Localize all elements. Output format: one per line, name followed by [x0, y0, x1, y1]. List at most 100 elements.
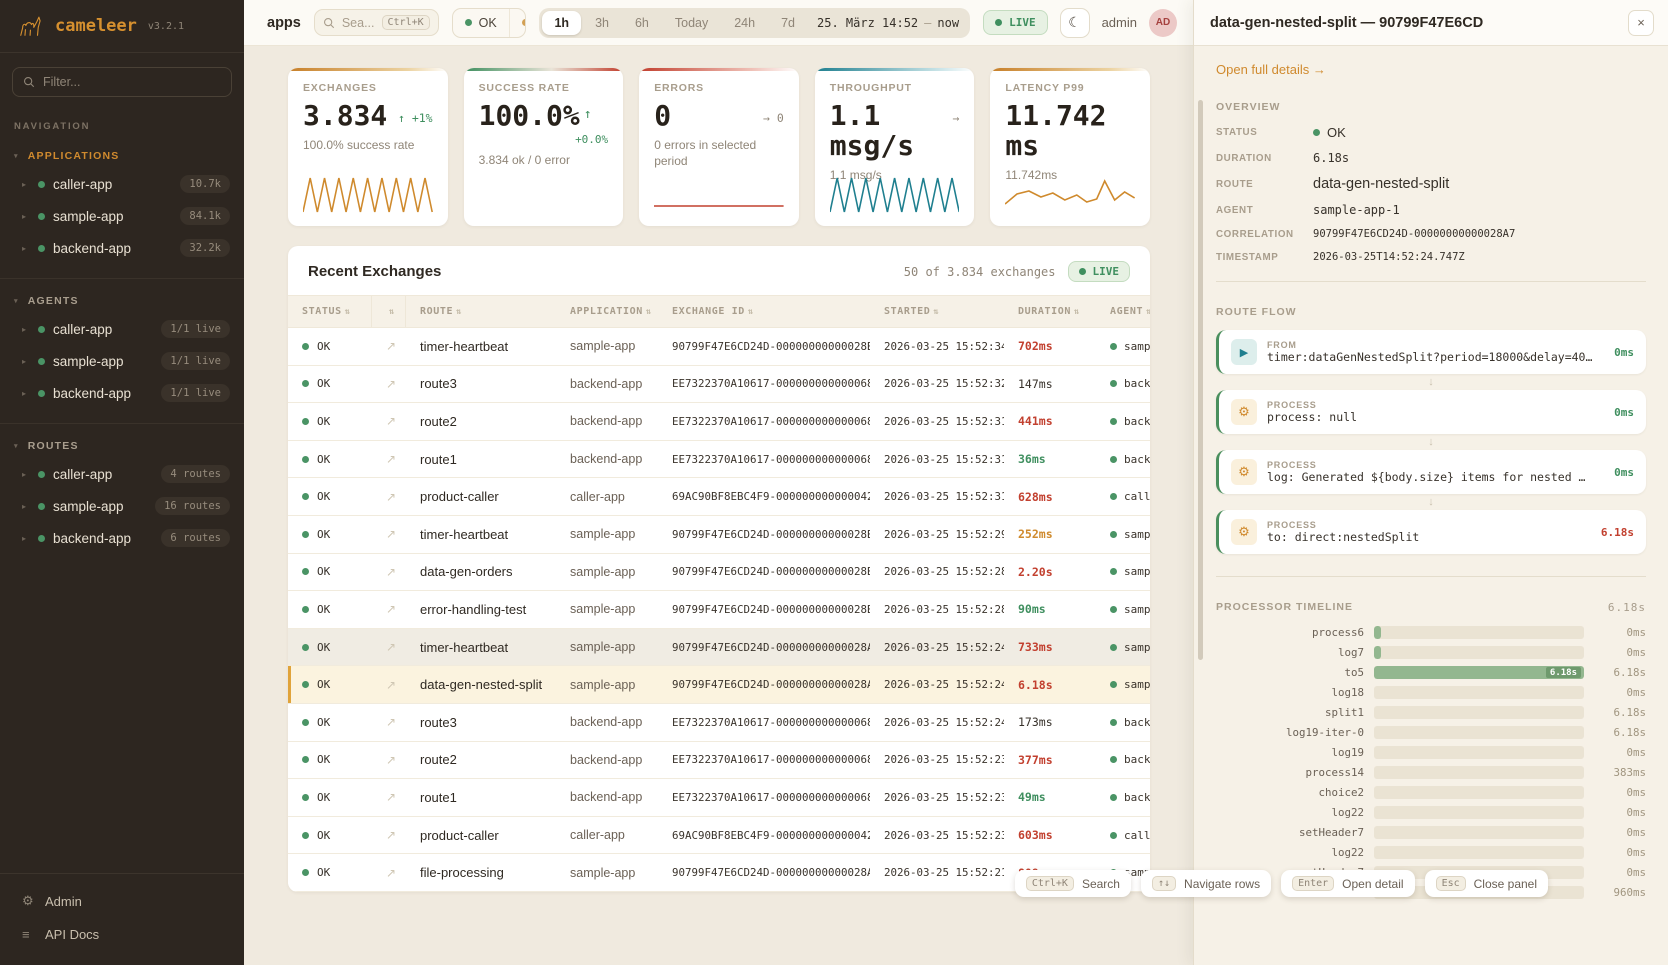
flow-step-content: PROCESSlog: Generated ${body.size} items…: [1267, 460, 1604, 484]
open-exchange-icon[interactable]: ↗: [372, 339, 406, 353]
chevron-right-icon: ▸: [22, 534, 30, 543]
table-row[interactable]: OK↗timer-heartbeatsample-app90799F47E6CD…: [288, 328, 1150, 366]
stat-card-value: 0: [654, 101, 671, 131]
column-header-agent[interactable]: AGENT⇅: [1096, 296, 1150, 327]
time-range-7d[interactable]: 7d: [769, 11, 807, 35]
table-row[interactable]: OK↗timer-heartbeatsample-app90799F47E6CD…: [288, 629, 1150, 667]
column-header-link[interactable]: ⇅: [372, 296, 406, 327]
table-row[interactable]: OK↗route3backend-appEE7322370A10617-0000…: [288, 366, 1150, 404]
sidebar-filter-input[interactable]: Filter...: [12, 67, 232, 97]
footer-item-api-docs[interactable]: ≡API Docs: [0, 918, 244, 951]
nav-label: NAVIGATION: [0, 103, 244, 138]
footer-item-admin[interactable]: ⚙Admin: [0, 884, 244, 918]
open-exchange-icon[interactable]: ↗: [372, 414, 406, 428]
table-row[interactable]: OK↗route2backend-appEE7322370A10617-0000…: [288, 403, 1150, 441]
duration-cell: 147ms: [1004, 377, 1096, 391]
divider: [1216, 281, 1646, 282]
shortcut-label: Search: [1082, 877, 1120, 891]
open-exchange-icon[interactable]: ↗: [372, 490, 406, 504]
status-dot-icon: [38, 503, 45, 510]
column-header-duration[interactable]: DURATION⇅: [1004, 296, 1096, 327]
time-range-6h[interactable]: 6h: [623, 11, 661, 35]
live-toggle[interactable]: LIVE: [983, 10, 1048, 35]
sidebar-item-sample-app[interactable]: ▸sample-app16 routes: [0, 490, 244, 522]
panel-scrollbar[interactable]: [1198, 100, 1203, 660]
search-input[interactable]: Sea... Ctrl+K: [314, 9, 439, 36]
open-full-details-link[interactable]: Open full details →: [1216, 62, 1646, 77]
table-row[interactable]: OK↗product-callercaller-app69AC90BF8EBC4…: [288, 817, 1150, 855]
sidebar-item-backend-app[interactable]: ▸backend-app1/1 live: [0, 377, 244, 409]
date-range-control[interactable]: 25. März 14:52—now: [809, 16, 967, 30]
route-cell: route2: [406, 752, 556, 767]
status-filter-ok[interactable]: OK: [453, 9, 509, 37]
exchange-id-cell: 69AC90BF8EBC4F9-000000000000042B: [658, 490, 870, 503]
divider: [1216, 576, 1646, 577]
sidebar-item-caller-app[interactable]: ▸caller-app1/1 live: [0, 313, 244, 345]
sidebar-item-backend-app[interactable]: ▸backend-app32.2k: [0, 232, 244, 264]
status-filter-warn[interactable]: Warn: [509, 9, 527, 37]
open-exchange-icon[interactable]: ↗: [372, 527, 406, 541]
table-row[interactable]: OK↗product-callercaller-app69AC90BF8EBC4…: [288, 478, 1150, 516]
open-exchange-icon[interactable]: ↗: [372, 715, 406, 729]
time-range-today[interactable]: Today: [663, 11, 720, 35]
time-range-1h[interactable]: 1h: [542, 11, 581, 35]
sidebar-item-backend-app[interactable]: ▸backend-app6 routes: [0, 522, 244, 554]
column-header-exchange-id[interactable]: EXCHANGE ID⇅: [658, 296, 870, 327]
table-row[interactable]: OK↗data-gen-nested-splitsample-app90799F…: [288, 666, 1150, 704]
table-row[interactable]: OK↗data-gen-orderssample-app90799F47E6CD…: [288, 554, 1150, 592]
exchange-id-cell: 90799F47E6CD24D-00000000000028BB: [658, 340, 870, 353]
application-cell: backend-app: [556, 753, 658, 767]
section-header-applications[interactable]: ▾APPLICATIONS: [0, 144, 244, 168]
theme-toggle[interactable]: ☾: [1060, 8, 1090, 38]
section-header-routes[interactable]: ▾ROUTES: [0, 434, 244, 458]
sidebar-item-sample-app[interactable]: ▸sample-app1/1 live: [0, 345, 244, 377]
column-header-application[interactable]: APPLICATION⇅: [556, 296, 658, 327]
close-button[interactable]: ×: [1628, 10, 1654, 36]
open-exchange-icon[interactable]: ↗: [372, 640, 406, 654]
status-text: OK: [317, 340, 330, 353]
section-header-agents[interactable]: ▾AGENTS: [0, 289, 244, 313]
open-exchange-icon[interactable]: ↗: [372, 753, 406, 767]
sidebar-item-caller-app[interactable]: ▸caller-app4 routes: [0, 458, 244, 490]
sidebar-item-sample-app[interactable]: ▸sample-app84.1k: [0, 200, 244, 232]
row-status-cell: OK: [288, 791, 372, 804]
table-row[interactable]: OK↗error-handling-testsample-app90799F47…: [288, 591, 1150, 629]
open-exchange-icon[interactable]: ↗: [372, 790, 406, 804]
avatar[interactable]: AD: [1149, 9, 1177, 37]
open-exchange-icon[interactable]: ↗: [372, 678, 406, 692]
stat-card-errors: ERRORS0→ 00 errors in selected period: [639, 68, 799, 226]
open-exchange-icon[interactable]: ↗: [372, 452, 406, 466]
stat-card-label: SUCCESS RATE: [479, 82, 609, 94]
stat-card-subtext: 3.834 ok / 0 error: [479, 152, 609, 168]
spark-zigzag-orange: [303, 172, 433, 216]
open-exchange-icon[interactable]: ↗: [372, 828, 406, 842]
started-cell: 2026-03-25 15:52:23: [870, 791, 1004, 804]
column-header-route[interactable]: ROUTE⇅: [406, 296, 556, 327]
table-row[interactable]: OK↗route1backend-appEE7322370A10617-0000…: [288, 441, 1150, 479]
exchange-id-cell: 90799F47E6CD24D-00000000000028B5: [658, 528, 870, 541]
flow-step-text: process: null: [1267, 410, 1604, 424]
open-exchange-icon[interactable]: ↗: [372, 602, 406, 616]
open-exchange-icon[interactable]: ↗: [372, 866, 406, 880]
time-range-3h[interactable]: 3h: [583, 11, 621, 35]
sidebar-item-caller-app[interactable]: ▸caller-app10.7k: [0, 168, 244, 200]
time-range-24h[interactable]: 24h: [722, 11, 767, 35]
table-row[interactable]: OK↗timer-heartbeatsample-app90799F47E6CD…: [288, 516, 1150, 554]
arrow-down-icon: ↓: [1216, 375, 1646, 389]
spark-zigzag-teal: [830, 172, 960, 216]
flow-step-duration: 0ms: [1614, 346, 1634, 359]
sort-icon: ⇅: [748, 307, 754, 317]
status-text: OK: [317, 641, 330, 654]
open-exchange-icon[interactable]: ↗: [372, 377, 406, 391]
open-exchange-icon[interactable]: ↗: [372, 565, 406, 579]
table-row[interactable]: OK↗route2backend-appEE7322370A10617-0000…: [288, 742, 1150, 780]
sidebar-item-label: sample-app: [53, 499, 147, 514]
shortcut-label: Close panel: [1474, 877, 1537, 891]
timeline-duration: 0ms: [1594, 646, 1646, 659]
gear-icon: ⚙: [1231, 459, 1257, 485]
column-header-started[interactable]: STARTED⇅: [870, 296, 1004, 327]
column-header-status[interactable]: STATUS⇅: [288, 296, 372, 327]
table-row[interactable]: OK↗route3backend-appEE7322370A10617-0000…: [288, 704, 1150, 742]
table-row[interactable]: OK↗route1backend-appEE7322370A10617-0000…: [288, 779, 1150, 817]
exchange-id-cell: 69AC90BF8EBC4F9-000000000000042A: [658, 829, 870, 842]
